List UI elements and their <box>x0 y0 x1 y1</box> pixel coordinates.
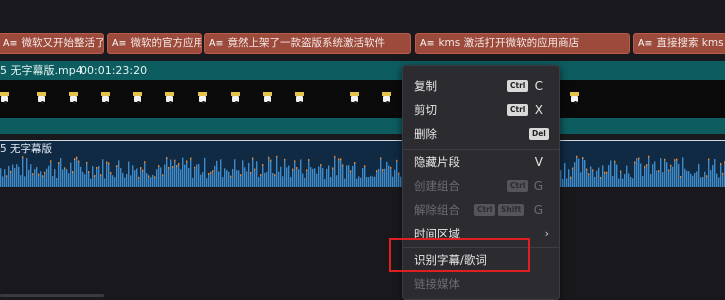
clip-thumbnail-icon <box>231 92 240 104</box>
timeline-panel[interactable]: A≡ 微软又开始整活了 A≡ 微软的官方应用 A≡ 竟然上架了一款盗版系统激活软件 A… <box>0 0 725 300</box>
subtitle-clip[interactable]: A≡ kms 激活打开微软的应用商店 <box>415 33 630 54</box>
subtitle-clip-icon: A≡ <box>209 38 224 49</box>
shortcut-key: X <box>534 103 543 117</box>
menu-item-cut[interactable]: 剪切 Ctrl X <box>403 98 559 122</box>
clip-thumbnail-icon <box>382 92 391 104</box>
subtitle-clip[interactable]: A≡ 微软又开始整活了 <box>0 33 104 54</box>
scrollbar-thumb[interactable] <box>0 294 104 297</box>
subtitle-clip-text: 微软的官方应用 <box>130 37 202 49</box>
subtitle-clip-text: 直接搜索 kms <box>656 37 724 49</box>
audio-clip-name: 5 无字幕版 <box>0 143 53 155</box>
subtitle-clip[interactable]: A≡ 微软的官方应用 <box>107 33 202 54</box>
audio-waveform <box>0 155 725 187</box>
shortcut-shift-badge: Shift <box>498 204 525 216</box>
clip-thumbnail-icon <box>37 92 46 104</box>
shortcut-modifier-badge: Ctrl <box>474 204 496 216</box>
clip-thumbnail-icon <box>295 92 304 104</box>
video-clip-thumbnails[interactable] <box>0 80 725 118</box>
clip-thumbnail-icon <box>198 92 207 104</box>
menu-item-label: 隐藏片段 <box>414 155 460 169</box>
clip-thumbnail-icon <box>69 92 78 104</box>
menu-item-label: 复制 <box>414 79 437 93</box>
video-clip-name: 5 无字幕版.mp4 <box>0 64 83 77</box>
subtitle-clip-icon: A≡ <box>420 38 435 49</box>
audio-clip[interactable]: 5 无字幕版 <box>0 140 725 187</box>
menu-item-ungroup: 解除组合 Ctrl Shift G <box>403 198 559 222</box>
clip-thumbnail-icon <box>133 92 142 104</box>
clip-thumbnail-icon <box>165 92 174 104</box>
shortcut-key: C <box>534 79 543 93</box>
subtitle-clip[interactable]: A≡ 直接搜索 kms <box>633 33 725 54</box>
subtitle-clip-text: 竟然上架了一款盗版系统激活软件 <box>227 37 385 49</box>
menu-item-copy[interactable]: 复制 Ctrl C <box>403 74 559 98</box>
menu-item-hide-clip[interactable]: 隐藏片段 V <box>403 150 559 174</box>
shortcut-modifier-badge: Ctrl <box>507 104 529 116</box>
menu-item-label: 剪切 <box>414 103 437 117</box>
chevron-right-icon: › <box>544 227 549 240</box>
video-clip-header[interactable]: 5 无字幕版.mp4 00:01:23:20 <box>0 61 725 80</box>
menu-item-delete[interactable]: 删除 Del <box>403 122 559 146</box>
menu-item-label: 创建组合 <box>414 179 460 193</box>
clip-thumbnail-icon <box>0 92 9 104</box>
subtitle-clip-icon: A≡ <box>638 38 653 49</box>
highlight-box <box>389 238 530 272</box>
menu-item-label: 解除组合 <box>414 203 460 217</box>
shortcut-key: V <box>534 155 543 169</box>
subtitle-clip-text: 微软又开始整活了 <box>21 37 104 49</box>
video-clip-duration: 00:01:23:20 <box>80 64 148 77</box>
shortcut-modifier-badge: Ctrl <box>507 180 529 192</box>
video-clip-footer[interactable] <box>0 118 725 134</box>
clip-thumbnail-icon <box>263 92 272 104</box>
shortcut-key: G <box>533 179 543 193</box>
menu-item-label: 删除 <box>414 127 437 141</box>
menu-item-link-media: 链接媒体 <box>403 272 559 296</box>
subtitle-clip[interactable]: A≡ 竟然上架了一款盗版系统激活软件 <box>204 33 411 54</box>
clip-thumbnail-icon <box>570 92 579 104</box>
menu-item-label: 链接媒体 <box>414 277 460 291</box>
timeline-scrollbar[interactable] <box>0 291 300 300</box>
clip-thumbnail-icon <box>101 92 110 104</box>
shortcut-key: G <box>533 203 543 217</box>
clip-thumbnail-icon <box>350 92 359 104</box>
menu-item-create-group: 创建组合 Ctrl G <box>403 174 559 198</box>
shortcut-key-badge: Del <box>529 128 549 140</box>
subtitle-clip-icon: A≡ <box>3 38 18 49</box>
subtitle-clip-icon: A≡ <box>112 38 127 49</box>
shortcut-modifier-badge: Ctrl <box>507 80 529 92</box>
subtitle-clip-text: kms 激活打开微软的应用商店 <box>438 37 580 49</box>
